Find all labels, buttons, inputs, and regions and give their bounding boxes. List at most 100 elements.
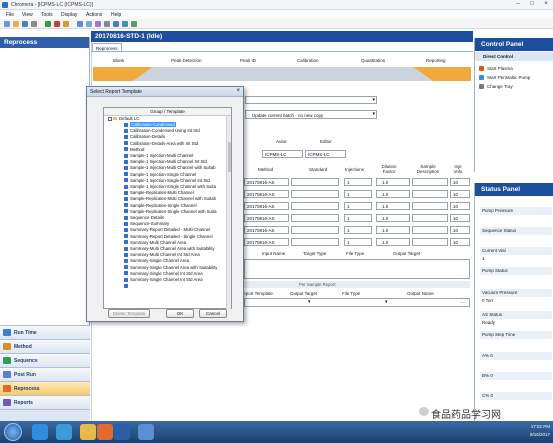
menu-actions[interactable]: Actions	[86, 12, 102, 18]
editor-cell[interactable]: ICPMS-LC	[305, 150, 346, 158]
start-plasma-button[interactable]: Start Plasma	[479, 66, 513, 71]
tree-item[interactable]: Sequence-Details	[124, 215, 164, 221]
change-tray-button[interactable]: Change Tray	[479, 84, 513, 89]
nav-run-time[interactable]: Run Time	[0, 325, 90, 339]
tree-item[interactable]: Summary-Multi Channel Int Std Area	[124, 252, 200, 258]
workflow-step-peak-detection[interactable]: Peak Detection	[171, 58, 202, 63]
tree-item[interactable]: Sample-1 Injection-Single Channel	[124, 172, 196, 178]
word-icon[interactable]	[114, 424, 130, 440]
nav-reprocess[interactable]: Reprocess	[0, 381, 90, 395]
volume-cell[interactable]: 10	[450, 238, 470, 246]
injections-cell[interactable]: 1	[344, 178, 372, 186]
injections-cell[interactable]: 1	[344, 190, 372, 198]
start-button[interactable]	[4, 423, 22, 441]
start-peristaltic-pump-button[interactable]: Start Peristaltic Pump	[479, 75, 530, 80]
tree-item[interactable]: Calibration-Details-Area with Int Std	[124, 141, 198, 147]
minimize-button[interactable]: –	[511, 1, 525, 9]
injections-cell[interactable]: 1	[344, 202, 372, 210]
tree-item[interactable]: Sample-Replicates-Single Channel with Su…	[124, 209, 216, 215]
tree-item[interactable]: Summary-Report Detailed - Multi-Channel	[124, 227, 210, 233]
collapse-icon[interactable]: -	[108, 117, 112, 121]
dilution-cell[interactable]: 1.0	[376, 238, 410, 246]
injections-cell[interactable]: 1	[344, 238, 372, 246]
volume-cell[interactable]: 10	[450, 190, 470, 198]
report-icon[interactable]	[95, 21, 101, 27]
close-button[interactable]: ×	[539, 1, 553, 9]
nav-reports[interactable]: Reports	[0, 395, 90, 409]
print-icon[interactable]	[31, 21, 37, 27]
input-grid[interactable]	[244, 259, 470, 279]
volume-cell[interactable]: 10	[450, 202, 470, 210]
workflow-step-calibration[interactable]: Calibration	[297, 58, 319, 63]
method-cell[interactable]: 20170816-AS	[244, 202, 289, 210]
tree-item[interactable]	[124, 283, 130, 289]
dilution-cell[interactable]: 1.0	[376, 178, 410, 186]
workflow-step-blank[interactable]: Blank	[113, 58, 124, 63]
refresh-icon[interactable]	[122, 21, 128, 27]
dilution-cell[interactable]: 1.0	[376, 202, 410, 210]
tree-item[interactable]: Summary-Single Channel Int Std Area	[124, 271, 203, 277]
tree-item[interactable]: Sample-1 Injection-Single Channel Int St…	[124, 178, 210, 184]
tree-item[interactable]: Calibration-Condensed Using Int Std	[124, 128, 200, 134]
description-cell[interactable]	[412, 226, 448, 234]
dilution-cell[interactable]: 1.0	[376, 226, 410, 234]
chromera-icon[interactable]	[138, 424, 154, 440]
tree-item[interactable]: Sample-1 Injection-Multi Channel	[124, 153, 193, 159]
standard-cell[interactable]	[291, 238, 339, 246]
description-cell[interactable]	[412, 190, 448, 198]
tree-item[interactable]: Sample-1 Injection-Single Channel with S…	[124, 184, 216, 190]
maximize-button[interactable]: □	[525, 1, 539, 9]
method-cell[interactable]: 20170816-AS	[244, 178, 289, 186]
tree-item[interactable]: Sample-1 Injection-Multi Channel Int Std	[124, 159, 207, 165]
tree-item[interactable]: Sample-Replicates-Multi Channel with Sui…	[124, 196, 216, 202]
method-cell[interactable]: 20170816-AS	[244, 226, 289, 234]
injections-cell[interactable]: 1	[344, 226, 372, 234]
menu-display[interactable]: Display	[61, 12, 77, 18]
description-cell[interactable]	[412, 202, 448, 210]
standard-cell[interactable]	[291, 202, 339, 210]
nav-method[interactable]: Method	[0, 339, 90, 353]
pause-icon[interactable]	[63, 21, 69, 27]
new-icon[interactable]	[4, 21, 10, 27]
tree-item[interactable]: Summary-Single Channel Int Std Area	[124, 277, 203, 283]
ie-icon[interactable]	[32, 424, 48, 440]
standard-cell[interactable]	[291, 190, 339, 198]
standard-cell[interactable]	[291, 226, 339, 234]
injections-cell[interactable]: 1	[344, 214, 372, 222]
tree-item[interactable]: Summary-Multi Channel Area	[124, 240, 186, 246]
tree-item[interactable]: Sample-1 Injection-Multi Channel with Su…	[124, 165, 216, 171]
run-icon[interactable]	[45, 21, 51, 27]
tree-item[interactable]: Method	[124, 147, 144, 153]
stop-icon[interactable]	[54, 21, 60, 27]
method-cell[interactable]: 20170816-AS	[244, 190, 289, 198]
ellipsis-button[interactable]: …	[460, 299, 465, 305]
tree-item-selected[interactable]: Calibration-Condensed	[124, 122, 176, 128]
dilution-cell[interactable]: 1.0	[376, 214, 410, 222]
chart-icon[interactable]	[77, 21, 83, 27]
autor-cell[interactable]: ICPMS-LC	[262, 150, 303, 158]
save-icon[interactable]	[22, 21, 28, 27]
top-dropdown[interactable]: ▾	[245, 96, 377, 104]
dialog-close-icon[interactable]: ×	[236, 88, 240, 94]
menu-help[interactable]: Help	[111, 12, 121, 18]
volume-cell[interactable]: 10	[450, 214, 470, 222]
standard-cell[interactable]	[291, 178, 339, 186]
workflow-step-quantitation[interactable]: Quantitation	[361, 58, 385, 63]
delete-template-button[interactable]: Delete Template	[108, 309, 150, 318]
menu-tools[interactable]: Tools	[41, 12, 53, 18]
workflow-step-peak-id[interactable]: Peak ID	[240, 58, 256, 63]
tree-item[interactable]: Summary-Single Channel Area	[124, 258, 189, 264]
tree-item[interactable]: Summary-Single Channel Area with Suitabi…	[124, 265, 217, 271]
menu-view[interactable]: View	[22, 12, 33, 18]
help-icon[interactable]	[113, 21, 119, 27]
tree-item[interactable]: Summary-Multi Channel Area with Suitabil…	[124, 246, 215, 252]
volume-cell[interactable]: 10	[450, 178, 470, 186]
folder-icon[interactable]	[80, 424, 96, 440]
standard-cell[interactable]	[291, 214, 339, 222]
table-icon[interactable]	[86, 21, 92, 27]
tree-item[interactable]: Summary-Report Detailed - Single Channel	[124, 234, 213, 240]
tree-item[interactable]: Sample-Replicates-Single Channel	[124, 203, 197, 209]
dilution-cell[interactable]: 1.0	[376, 190, 410, 198]
method-cell[interactable]: 20170816-AS	[244, 238, 289, 246]
tree-item[interactable]: Sample-Replicates-Multi Channel	[124, 190, 194, 196]
